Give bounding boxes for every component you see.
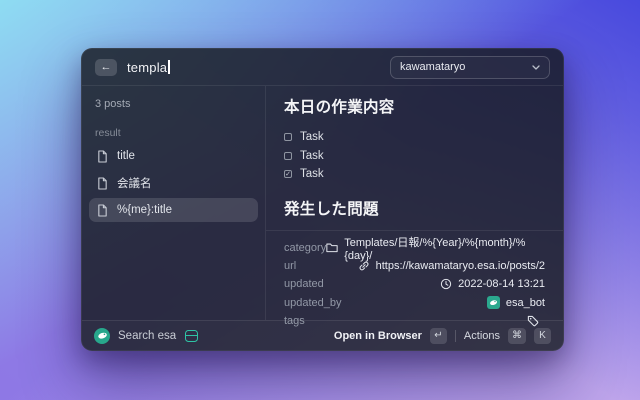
meta-value-text: https://kawamataryo.esa.io/posts/2	[376, 260, 545, 272]
list-item[interactable]: %{me}:title	[89, 198, 258, 222]
clock-icon	[440, 278, 452, 290]
team-selector-dropdown[interactable]: kawamataryo	[390, 56, 550, 79]
window-body: 3 posts result title 会議名	[82, 86, 563, 320]
preview-heading-problems: 発生した問題	[284, 197, 545, 219]
back-button[interactable]: ←	[95, 59, 117, 76]
meta-value-text: esa_bot	[506, 297, 545, 309]
extension-name: Search esa	[118, 330, 176, 342]
loading-indicator-icon	[185, 330, 198, 342]
task-item: Task	[284, 128, 545, 147]
meta-value-text: 2022-08-14 13:21	[458, 278, 545, 290]
folder-icon	[326, 242, 338, 253]
k-key-badge: K	[534, 328, 551, 344]
meta-row-updated: updated 2022-08-14 13:21	[284, 275, 545, 293]
results-sidebar: 3 posts result title 会議名	[82, 86, 266, 320]
document-icon	[97, 204, 108, 217]
detail-panel: 本日の作業内容 Task Task ✓ Task 発生した問題	[266, 86, 563, 320]
list-item[interactable]: title	[89, 144, 258, 168]
list-item-label: 会議名	[117, 175, 152, 191]
meta-value-text: Templates/日報/%{Year}/%{month}/%{day}/	[344, 234, 545, 262]
task-label: Task	[300, 168, 324, 180]
document-icon	[97, 150, 108, 163]
chevron-down-icon	[532, 65, 540, 70]
footer-divider	[455, 330, 456, 342]
esa-avatar-icon	[487, 296, 500, 309]
list-item[interactable]: 会議名	[89, 171, 258, 195]
task-label: Task	[300, 150, 324, 162]
meta-value: Templates/日報/%{Year}/%{month}/%{day}/	[326, 234, 545, 262]
checkbox-icon	[284, 152, 292, 160]
checkbox-icon	[284, 133, 292, 141]
posts-count: 3 posts	[89, 91, 258, 110]
action-bar: Search esa Open in Browser ↵ Actions ⌘ K	[82, 320, 563, 350]
desktop-background: ← templa kawamataryo 3 posts result	[0, 0, 640, 400]
list-item-label: %{me}:title	[117, 204, 172, 216]
text-caret	[168, 60, 170, 74]
meta-row-updated-by: updated_by esa_bot	[284, 293, 545, 311]
task-label: Task	[300, 131, 324, 143]
enter-key-badge: ↵	[430, 328, 447, 344]
meta-row-url: url https://kawamataryo.esa.io/posts/2	[284, 257, 545, 275]
meta-label: updated	[284, 278, 324, 290]
search-header: ← templa kawamataryo	[82, 49, 563, 86]
search-input[interactable]: templa	[127, 60, 170, 75]
link-icon	[358, 260, 370, 272]
open-in-browser-button[interactable]: Open in Browser	[334, 330, 422, 342]
section-label: result	[89, 127, 258, 139]
markdown-preview: 本日の作業内容 Task Task ✓ Task 発生した問題	[266, 86, 563, 230]
task-item: ✓ Task	[284, 165, 545, 184]
meta-label: updated_by	[284, 297, 342, 309]
actions-button[interactable]: Actions	[464, 330, 500, 342]
task-item: Task	[284, 147, 545, 166]
cmd-key-badge: ⌘	[508, 328, 526, 344]
preview-heading-work: 本日の作業内容	[284, 95, 545, 117]
raycast-window: ← templa kawamataryo 3 posts result	[81, 48, 564, 351]
meta-value[interactable]: https://kawamataryo.esa.io/posts/2	[358, 260, 545, 272]
footer-actions: Open in Browser ↵ Actions ⌘ K	[334, 328, 551, 344]
checkbox-checked-icon: ✓	[284, 170, 292, 178]
team-selector-value: kawamataryo	[400, 61, 465, 73]
meta-value: esa_bot	[487, 296, 545, 309]
esa-logo-icon	[94, 328, 110, 344]
back-arrow-icon: ←	[101, 61, 112, 73]
list-item-label: title	[117, 150, 135, 162]
meta-label: category	[284, 242, 326, 254]
search-value: templa	[127, 60, 167, 75]
document-icon	[97, 177, 108, 190]
meta-row-category: category Templates/日報/%{Year}/%{month}/%…	[284, 239, 545, 257]
meta-label: url	[284, 260, 296, 272]
meta-value: 2022-08-14 13:21	[440, 278, 545, 290]
